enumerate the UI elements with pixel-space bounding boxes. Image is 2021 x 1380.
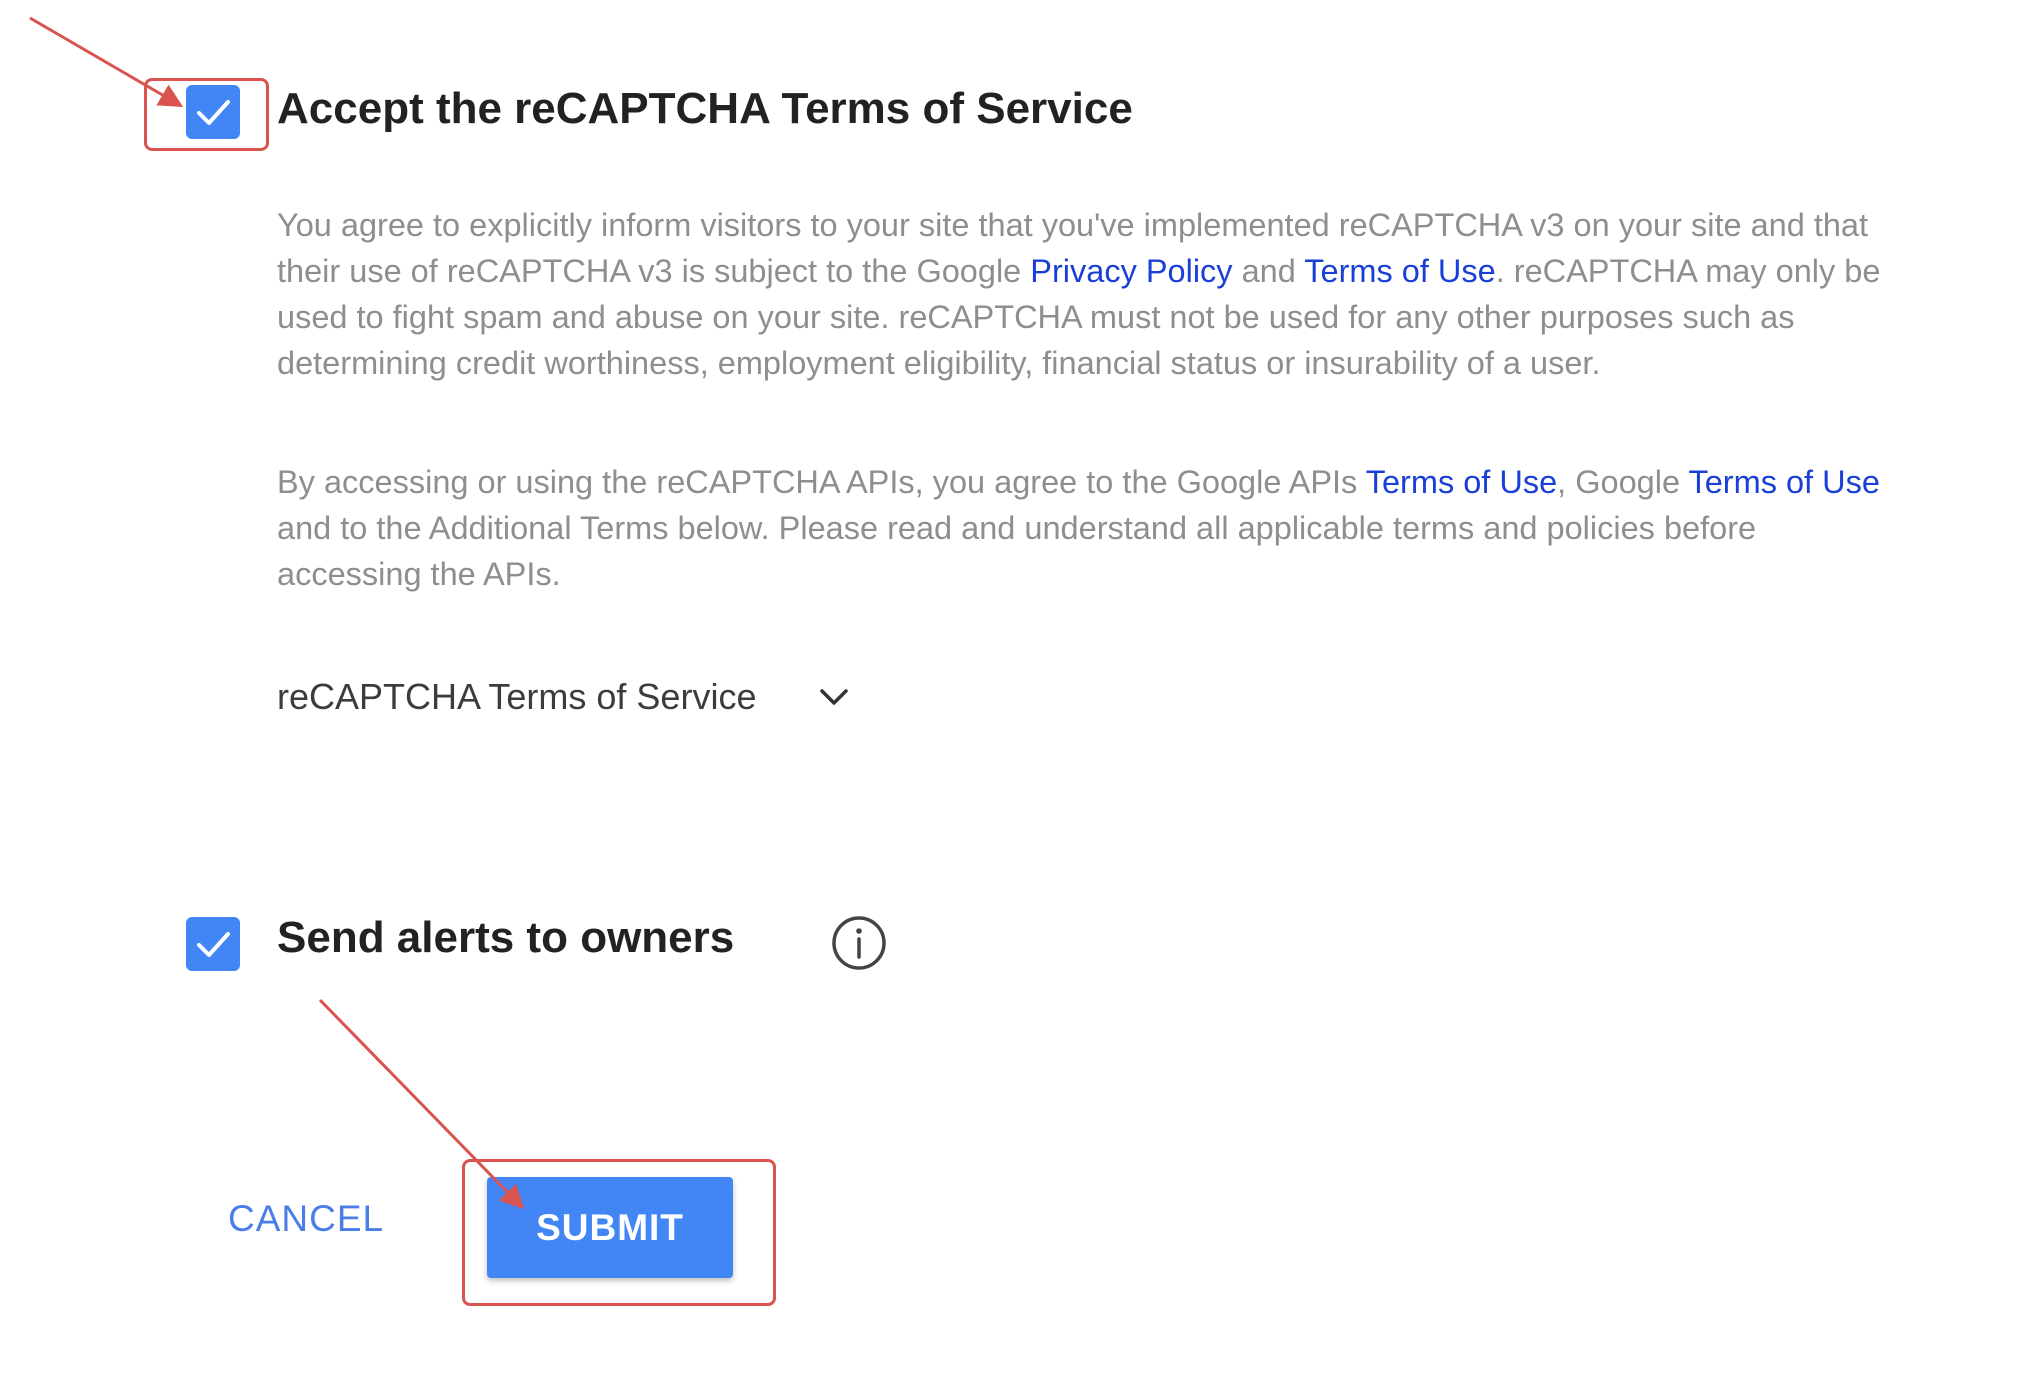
- terms-paragraph-2-text-c: and to the Additional Terms below. Pleas…: [277, 510, 1757, 592]
- send-alerts-label: Send alerts to owners: [277, 913, 735, 962]
- accept-checkbox-highlight: [144, 78, 269, 151]
- google-terms-of-use-link[interactable]: Terms of Use: [1688, 464, 1879, 500]
- terms-paragraph-1: You agree to explicitly inform visitors …: [277, 202, 1897, 386]
- terms-paragraph-2: By accessing or using the reCAPTCHA APIs…: [277, 459, 1897, 597]
- terms-paragraph-1-text-b: and: [1232, 253, 1305, 289]
- terms-paragraph-2-text-a: By accessing or using the reCAPTCHA APIs…: [277, 464, 1366, 500]
- checkmark-icon: [197, 932, 230, 957]
- terms-of-use-link[interactable]: Terms of Use: [1304, 253, 1495, 289]
- terms-paragraph-2-text-b: , Google: [1557, 464, 1689, 500]
- send-alerts-checkbox[interactable]: [186, 917, 240, 971]
- accept-terms-heading: Accept the reCAPTCHA Terms of Service: [277, 84, 1133, 133]
- chevron-down-icon: [820, 689, 849, 705]
- terms-of-service-expander[interactable]: reCAPTCHA Terms of Service: [277, 676, 854, 718]
- google-apis-terms-link[interactable]: Terms of Use: [1366, 464, 1557, 500]
- info-icon[interactable]: [830, 914, 888, 972]
- terms-of-service-expander-label: reCAPTCHA Terms of Service: [277, 676, 757, 717]
- privacy-policy-link[interactable]: Privacy Policy: [1030, 253, 1232, 289]
- submit-button-highlight: [462, 1159, 776, 1306]
- cancel-button[interactable]: CANCEL: [228, 1198, 384, 1240]
